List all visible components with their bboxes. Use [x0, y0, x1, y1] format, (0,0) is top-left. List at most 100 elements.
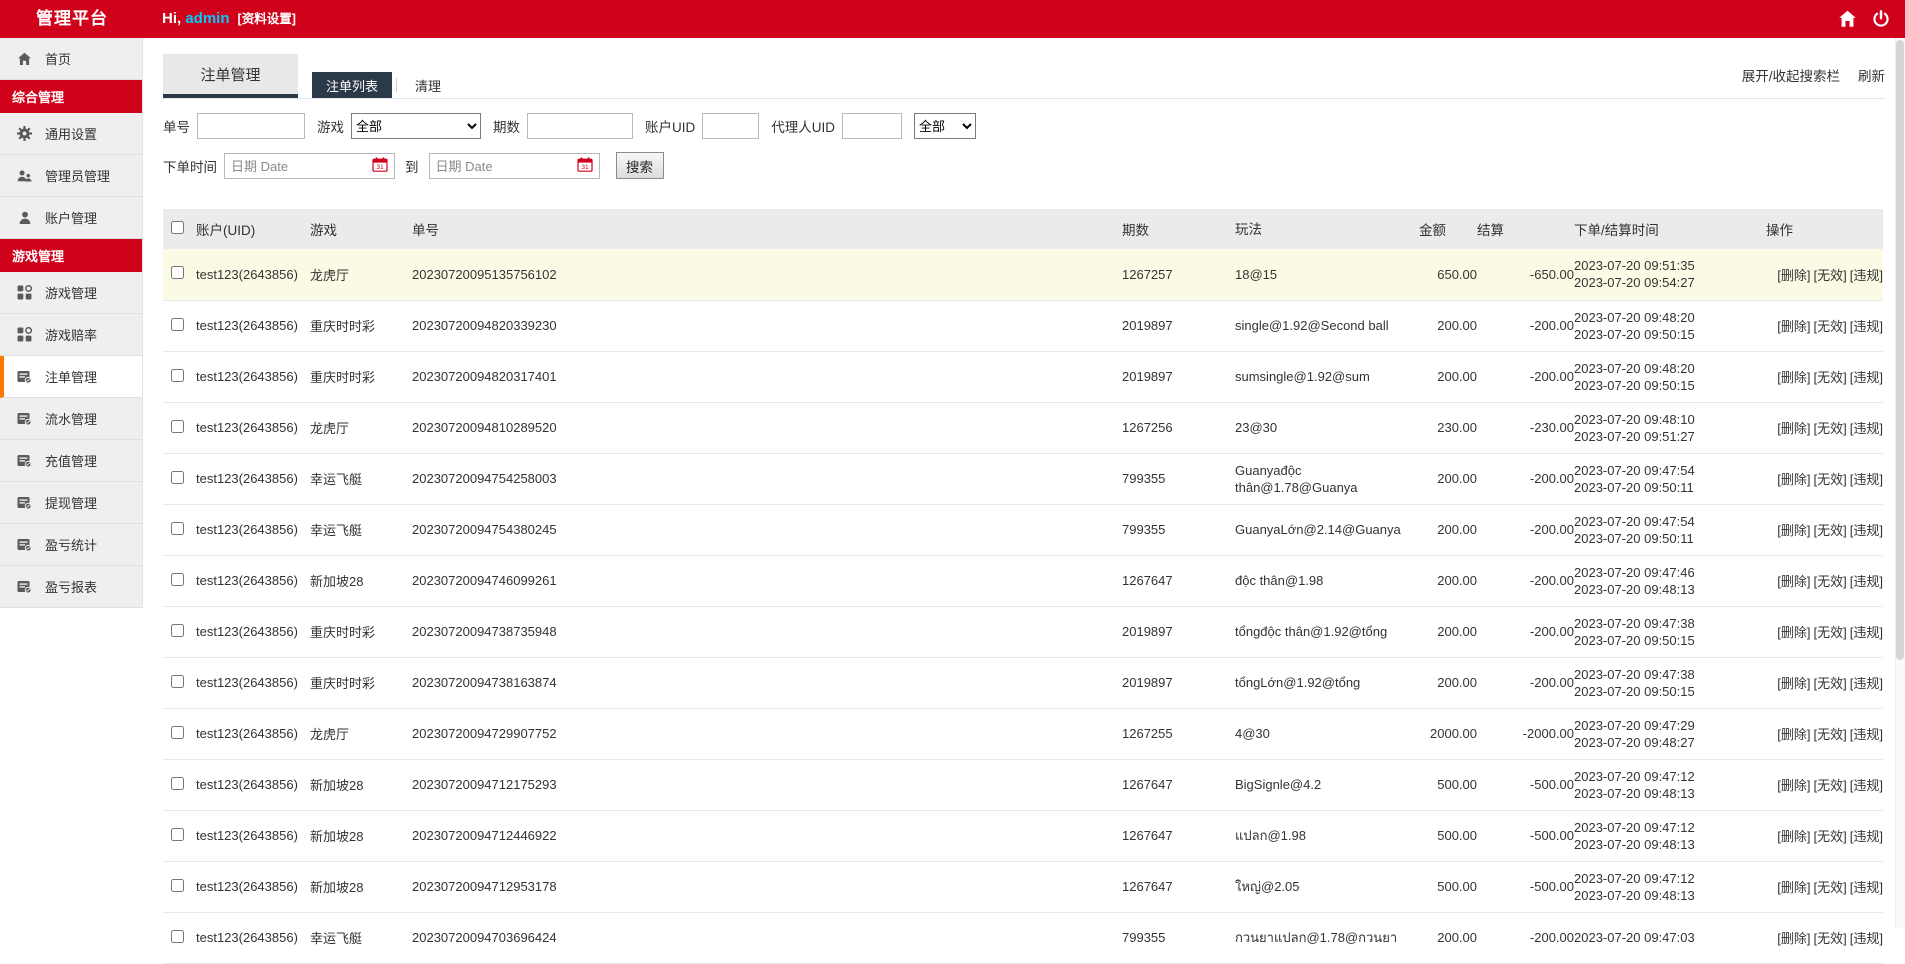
- action-invalid-link[interactable]: [无效]: [1814, 880, 1847, 895]
- action-violation-link[interactable]: [违规]: [1850, 472, 1883, 487]
- action-violation-link[interactable]: [违规]: [1850, 268, 1883, 283]
- cell-order-no: 20230720094729907752: [412, 726, 557, 741]
- action-delete-link[interactable]: [删除]: [1777, 625, 1810, 640]
- row-checkbox[interactable]: [171, 521, 184, 535]
- action-invalid-link[interactable]: [无效]: [1814, 268, 1847, 283]
- sidebar-item-12[interactable]: 盈亏统计: [0, 524, 142, 566]
- action-delete-link[interactable]: [删除]: [1777, 421, 1810, 436]
- sidebar-item-8[interactable]: 注单管理: [0, 356, 142, 398]
- tab-order-list[interactable]: 注单列表: [312, 72, 393, 98]
- row-checkbox[interactable]: [171, 419, 184, 433]
- sidebar-item-4[interactable]: 账户管理: [0, 197, 142, 239]
- action-invalid-link[interactable]: [无效]: [1814, 931, 1847, 946]
- power-icon[interactable]: [1871, 9, 1891, 29]
- period-input[interactable]: [527, 113, 633, 139]
- toggle-search-bar-link[interactable]: 展开/收起搜索栏: [1742, 65, 1840, 85]
- action-delete-link[interactable]: [删除]: [1777, 880, 1810, 895]
- status-select[interactable]: 全部: [914, 113, 976, 139]
- action-delete-link[interactable]: [删除]: [1777, 931, 1810, 946]
- action-delete-link[interactable]: [删除]: [1777, 778, 1810, 793]
- order-no-input[interactable]: [197, 113, 305, 139]
- table-row: test123(2643856) 龙虎厅 20230720095135756102 1…: [163, 249, 1883, 300]
- row-checkbox[interactable]: [171, 470, 184, 484]
- action-invalid-link[interactable]: [无效]: [1814, 574, 1847, 589]
- cell-amount: 200.00: [1437, 675, 1477, 690]
- action-delete-link[interactable]: [删除]: [1777, 472, 1810, 487]
- settle-time: 2023-07-20 09:51:27: [1574, 428, 1695, 444]
- action-delete-link[interactable]: [删除]: [1777, 727, 1810, 742]
- profile-settings-link[interactable]: [资料设置]: [238, 12, 296, 26]
- sidebar-item-13[interactable]: 盈亏报表: [0, 566, 142, 608]
- action-invalid-link[interactable]: [无效]: [1814, 319, 1847, 334]
- sidebar-item-11[interactable]: 提现管理: [0, 482, 142, 524]
- action-violation-link[interactable]: [违规]: [1850, 931, 1883, 946]
- sidebar-item-label: 流水管理: [45, 412, 98, 427]
- sidebar-item-2[interactable]: 通用设置: [0, 113, 142, 155]
- cell-game: 龙虎厅: [310, 421, 350, 436]
- search-button[interactable]: 搜索: [615, 152, 664, 179]
- action-invalid-link[interactable]: [无效]: [1814, 727, 1847, 742]
- row-checkbox[interactable]: [171, 623, 184, 637]
- action-violation-link[interactable]: [违规]: [1850, 574, 1883, 589]
- agent-uid-input[interactable]: [842, 113, 902, 139]
- calendar-icon[interactable]: 31: [372, 156, 388, 175]
- sidebar-item-9[interactable]: 流水管理: [0, 398, 142, 440]
- action-invalid-link[interactable]: [无效]: [1814, 676, 1847, 691]
- sidebar-item-7[interactable]: 游戏赔率: [0, 314, 142, 356]
- action-violation-link[interactable]: [违规]: [1850, 370, 1883, 385]
- action-delete-link[interactable]: [删除]: [1777, 574, 1810, 589]
- tab-cleanup[interactable]: 清理: [401, 72, 455, 98]
- action-violation-link[interactable]: [违规]: [1850, 421, 1883, 436]
- select-all-checkbox[interactable]: [171, 221, 184, 234]
- scrollbar-thumb[interactable]: [1896, 40, 1904, 660]
- action-violation-link[interactable]: [违规]: [1850, 778, 1883, 793]
- action-delete-link[interactable]: [删除]: [1777, 523, 1810, 538]
- action-delete-link[interactable]: [删除]: [1777, 676, 1810, 691]
- action-delete-link[interactable]: [删除]: [1777, 319, 1810, 334]
- row-checkbox[interactable]: [171, 878, 184, 892]
- action-violation-link[interactable]: [违规]: [1850, 727, 1883, 742]
- calendar-icon[interactable]: 31: [576, 156, 593, 175]
- action-violation-link[interactable]: [违规]: [1850, 676, 1883, 691]
- row-checkbox[interactable]: [171, 368, 184, 382]
- action-violation-link[interactable]: [违规]: [1850, 880, 1883, 895]
- action-invalid-link[interactable]: [无效]: [1814, 370, 1847, 385]
- row-checkbox[interactable]: [171, 776, 184, 790]
- action-delete-link[interactable]: [删除]: [1777, 829, 1810, 844]
- sidebar-item-6[interactable]: 游戏管理: [0, 272, 142, 314]
- cell-play: แปลก@1.98: [1235, 828, 1306, 843]
- action-invalid-link[interactable]: [无效]: [1814, 523, 1847, 538]
- action-delete-link[interactable]: [删除]: [1777, 370, 1810, 385]
- row-checkbox[interactable]: [171, 674, 184, 688]
- cell-time: 2023-07-20 09:47:03: [1574, 912, 1766, 963]
- action-violation-link[interactable]: [违规]: [1850, 319, 1883, 334]
- cell-settle: -2000.00: [1522, 726, 1574, 741]
- page-scrollbar[interactable]: [1895, 38, 1905, 928]
- action-invalid-link[interactable]: [无效]: [1814, 778, 1847, 793]
- date-from-input[interactable]: 日期 Date 31: [224, 152, 395, 179]
- action-violation-link[interactable]: [违规]: [1850, 829, 1883, 844]
- date-to-input[interactable]: 日期 Date 31: [428, 152, 600, 179]
- cell-game: 新加坡28: [310, 829, 364, 844]
- action-violation-link[interactable]: [违规]: [1850, 625, 1883, 640]
- sidebar-item-0[interactable]: 首页: [0, 38, 142, 80]
- action-violation-link[interactable]: [违规]: [1850, 523, 1883, 538]
- action-delete-link[interactable]: [删除]: [1777, 268, 1810, 283]
- game-select[interactable]: 全部: [351, 113, 481, 139]
- action-invalid-link[interactable]: [无效]: [1814, 625, 1847, 640]
- row-checkbox[interactable]: [171, 929, 184, 943]
- sidebar-item-3[interactable]: 管理员管理: [0, 155, 142, 197]
- row-checkbox[interactable]: [171, 317, 184, 331]
- home-icon[interactable]: [1837, 9, 1857, 29]
- row-checkbox[interactable]: [171, 725, 184, 739]
- row-checkbox[interactable]: [171, 572, 184, 586]
- refresh-link[interactable]: 刷新: [1858, 65, 1885, 85]
- action-invalid-link[interactable]: [无效]: [1814, 472, 1847, 487]
- sidebar-item-10[interactable]: 充值管理: [0, 440, 142, 482]
- action-invalid-link[interactable]: [无效]: [1814, 829, 1847, 844]
- top-icons: [1837, 0, 1891, 38]
- row-checkbox[interactable]: [171, 827, 184, 841]
- account-uid-input[interactable]: [702, 113, 760, 139]
- action-invalid-link[interactable]: [无效]: [1814, 421, 1847, 436]
- row-checkbox[interactable]: [171, 266, 184, 280]
